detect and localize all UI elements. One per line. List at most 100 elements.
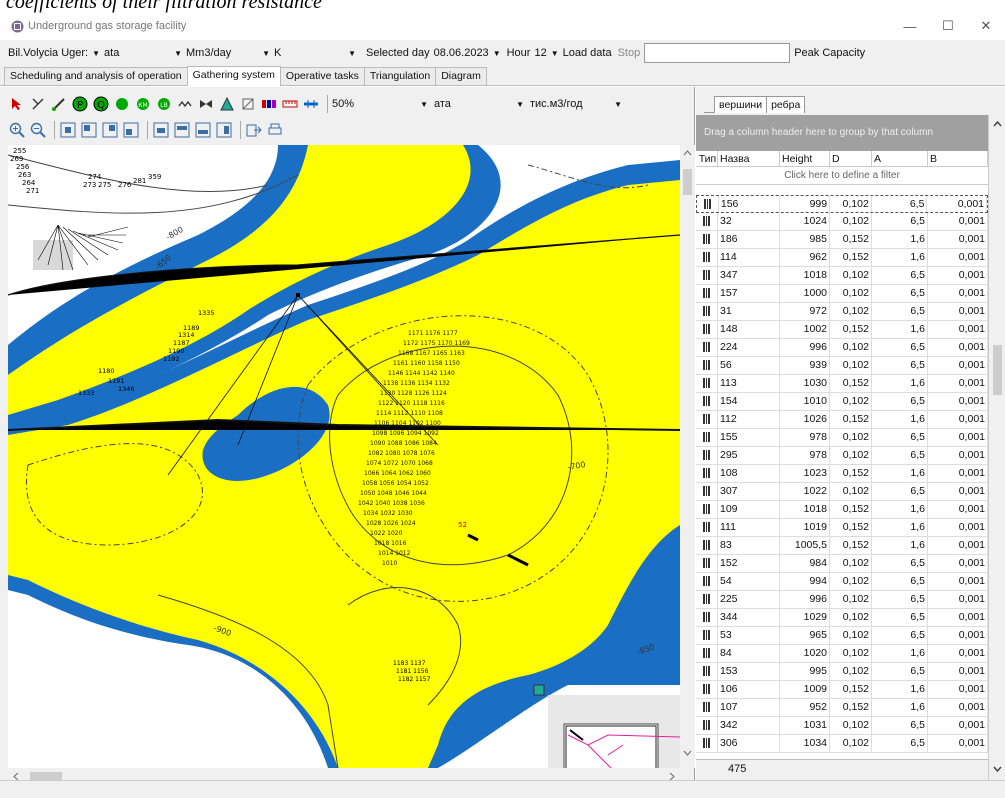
- table-row[interactable]: 112 1026 0,152 1,6 0,001: [696, 411, 988, 429]
- table-row[interactable]: 154 1010 0,102 6,5 0,001: [696, 393, 988, 411]
- tab-triangulation[interactable]: Triangulation: [363, 67, 437, 85]
- maximize-button[interactable]: ☐: [928, 14, 968, 38]
- layer-2-icon[interactable]: [173, 121, 191, 139]
- table-row[interactable]: 347 1018 0,102 6,5 0,001: [696, 267, 988, 285]
- minimize-button[interactable]: —: [890, 14, 930, 38]
- km-node-icon[interactable]: КМ: [134, 95, 152, 113]
- col-b[interactable]: B: [928, 151, 988, 166]
- triangle-icon[interactable]: [218, 95, 236, 113]
- table-row[interactable]: 54 994 0,102 6,5 0,001: [696, 573, 988, 591]
- map-pressure-select[interactable]: ата ▼: [434, 95, 524, 113]
- col-height[interactable]: Height: [780, 151, 830, 166]
- table-row[interactable]: 224 996 0,102 6,5 0,001: [696, 339, 988, 357]
- table-row[interactable]: 108 1023 0,152 1,6 0,001: [696, 465, 988, 483]
- table-row[interactable]: 342 1031 0,102 6,5 0,001: [696, 717, 988, 735]
- pipe-icon[interactable]: [50, 95, 68, 113]
- table-row[interactable]: 114 962 0,152 1,6 0,001: [696, 249, 988, 267]
- table-row[interactable]: 225 996 0,102 6,5 0,001: [696, 591, 988, 609]
- load-data-button[interactable]: Load data: [563, 47, 612, 59]
- temp-unit-select[interactable]: K ▼: [274, 43, 360, 63]
- mini-map[interactable]: [548, 695, 680, 768]
- zoom-prev-icon[interactable]: [122, 121, 140, 139]
- tab-edges[interactable]: ребра: [766, 96, 806, 113]
- table-row[interactable]: 31 972 0,102 6,5 0,001: [696, 303, 988, 321]
- wave-icon[interactable]: [176, 95, 194, 113]
- svg-text:1191: 1191: [108, 377, 125, 385]
- zoom-box-icon[interactable]: [80, 121, 98, 139]
- gas-field-map[interactable]: 255 269 256 263 264 271 274 273 275 276 281 359 …: [8, 145, 680, 768]
- valve-icon[interactable]: [197, 95, 215, 113]
- cell-name: 307: [718, 483, 780, 500]
- table-row[interactable]: 107 952 0,152 1,6 0,001: [696, 699, 988, 717]
- table-row[interactable]: 56 939 0,102 6,5 0,001: [696, 357, 988, 375]
- tab-scheduling[interactable]: Scheduling and analysis of operation: [4, 67, 188, 85]
- cell-name: 54: [718, 573, 780, 590]
- svg-text:1187: 1187: [173, 339, 190, 347]
- table-row[interactable]: 306 1034 0,102 6,5 0,001: [696, 735, 988, 753]
- table-row[interactable]: 32 1024 0,102 6,5 0,001: [696, 213, 988, 231]
- storage-select[interactable]: Bil.Volycia Uger: ▼: [8, 43, 104, 63]
- table-row[interactable]: 307 1022 0,102 6,5 0,001: [696, 483, 988, 501]
- table-row[interactable]: 148 1002 0,152 1,6 0,001: [696, 321, 988, 339]
- p-node-icon[interactable]: P: [71, 95, 89, 113]
- table-row[interactable]: 152 984 0,102 6,5 0,001: [696, 555, 988, 573]
- tab-diagram[interactable]: Diagram: [435, 67, 487, 85]
- zoom-out-icon[interactable]: [29, 121, 47, 139]
- fit-window-icon[interactable]: [59, 121, 77, 139]
- layer-3-icon[interactable]: [194, 121, 212, 139]
- layer-1-icon[interactable]: [152, 121, 170, 139]
- filter-row[interactable]: Click here to define a filter: [696, 167, 988, 185]
- tab-operative-tasks[interactable]: Operative tasks: [279, 67, 365, 85]
- col-d[interactable]: D: [830, 151, 872, 166]
- tab-gathering-system[interactable]: Gathering system: [186, 66, 281, 86]
- table-row[interactable]: 84 1020 0,102 1,6 0,001: [696, 645, 988, 663]
- map-vertical-scrollbar[interactable]: [680, 145, 695, 768]
- node-icon[interactable]: [113, 95, 131, 113]
- print-icon[interactable]: [266, 121, 284, 139]
- table-row[interactable]: 113 1030 0,152 1,6 0,001: [696, 375, 988, 393]
- colors-icon[interactable]: [260, 95, 278, 113]
- table-row[interactable]: 53 965 0,102 6,5 0,001: [696, 627, 988, 645]
- ruler-icon[interactable]: [281, 95, 299, 113]
- map-flow-select[interactable]: тис.м3/год ▼: [530, 95, 622, 113]
- table-row[interactable]: 344 1029 0,102 6,5 0,001: [696, 609, 988, 627]
- lb-node-icon[interactable]: LB: [155, 95, 173, 113]
- table-row[interactable]: 109 1018 0,152 1,6 0,001: [696, 501, 988, 519]
- pipe-line-icon[interactable]: [302, 95, 320, 113]
- table-row[interactable]: 155 978 0,102 6,5 0,001: [696, 429, 988, 447]
- table-row[interactable]: 156 999 0,102 6,5 0,001: [696, 195, 988, 213]
- cell-b: 0,001: [928, 537, 988, 554]
- table-row[interactable]: 295 978 0,102 6,5 0,001: [696, 447, 988, 465]
- table-row[interactable]: 106 1009 0,152 1,6 0,001: [696, 681, 988, 699]
- tab-vertices[interactable]: вершини: [714, 96, 768, 113]
- hour-select[interactable]: 12 ▼: [534, 43, 562, 63]
- flow-unit-select[interactable]: Mm3/day ▼: [186, 43, 274, 63]
- table-row[interactable]: 186 985 0,152 1,6 0,001: [696, 231, 988, 249]
- zoom-select[interactable]: 50% ▼: [332, 95, 428, 113]
- grid-vertical-scrollbar[interactable]: [988, 115, 1005, 780]
- cell-b: 0,001: [928, 375, 988, 392]
- zoom-extent-icon[interactable]: [101, 121, 119, 139]
- col-type[interactable]: Тип: [696, 151, 718, 166]
- selected-day-picker[interactable]: 08.06.2023 ▼: [434, 43, 505, 63]
- zoom-in-icon[interactable]: [8, 121, 26, 139]
- layer-4-icon[interactable]: [215, 121, 233, 139]
- cell-d: 0,102: [830, 735, 872, 752]
- cell-d: 0,152: [830, 375, 872, 392]
- cell-a: 6,5: [872, 393, 928, 410]
- q-node-icon[interactable]: Q: [92, 95, 110, 113]
- box-icon[interactable]: [239, 95, 257, 113]
- group-by-bar[interactable]: Drag a column header here to group by th…: [696, 115, 988, 151]
- table-row[interactable]: 83 1005,5 0,152 1,6 0,001: [696, 537, 988, 555]
- table-row[interactable]: 111 1019 0,152 1,6 0,001: [696, 519, 988, 537]
- col-a[interactable]: A: [872, 151, 928, 166]
- pressure-unit-select[interactable]: ata ▼: [104, 43, 186, 63]
- select-arrow-icon[interactable]: [8, 95, 26, 113]
- stop-button[interactable]: Stop: [618, 47, 641, 59]
- branch-icon[interactable]: [29, 95, 47, 113]
- table-row[interactable]: 157 1000 0,102 6,5 0,001: [696, 285, 988, 303]
- col-name[interactable]: Назва: [718, 151, 780, 166]
- export-icon[interactable]: [245, 121, 263, 139]
- close-button[interactable]: ✕: [966, 14, 1005, 38]
- table-row[interactable]: 153 995 0,102 6,5 0,001: [696, 663, 988, 681]
